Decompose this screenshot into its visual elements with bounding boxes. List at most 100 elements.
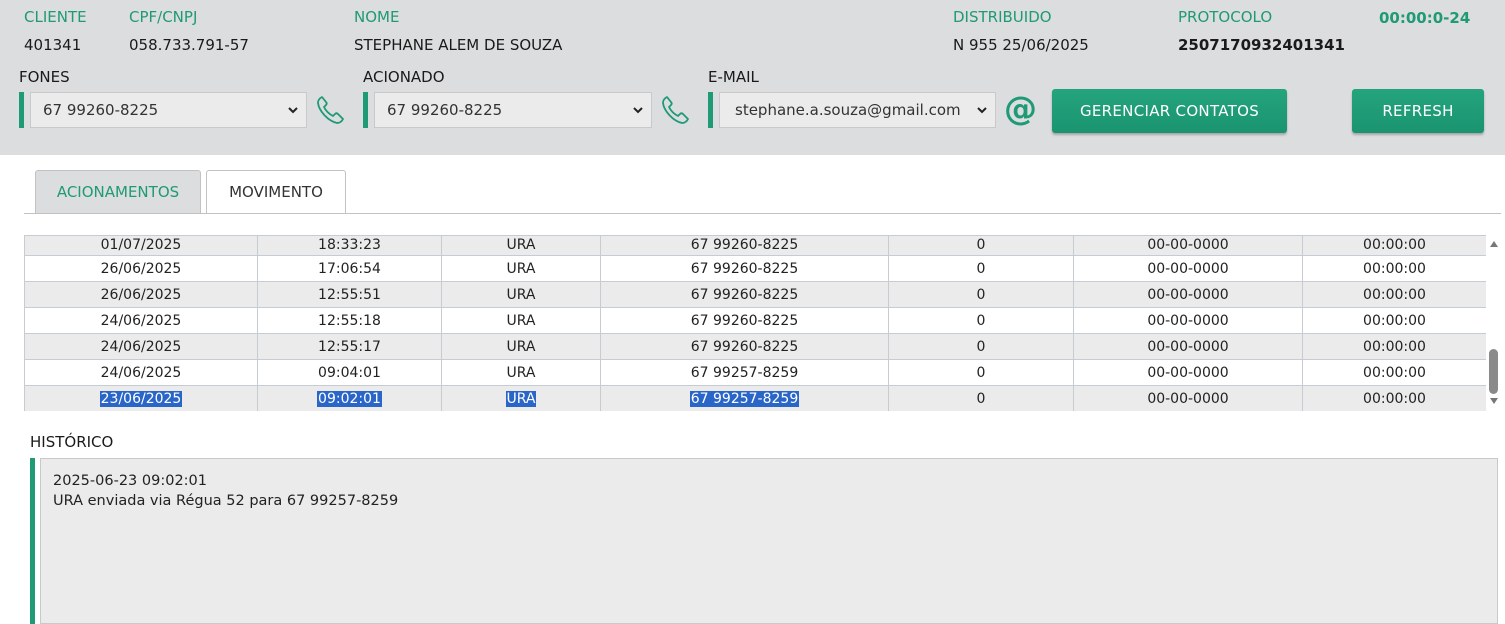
table-row[interactable]: 26/06/2025 12:55:51 URA 67 99260-8225 0 00-00… — [24, 281, 1486, 308]
table-row[interactable]: 24/06/2025 12:55:17 URA 67 99260-8225 0 00-00… — [24, 333, 1486, 360]
table-cell: 00:00:00 — [1302, 385, 1486, 411]
table-cell: 24/06/2025 — [24, 359, 258, 386]
table-cell: 00:00:00 — [1302, 281, 1486, 308]
table-row[interactable]: 23/06/2025 09:02:01 URA 67 99257-8259 0 00-00… — [24, 385, 1486, 411]
table-cell: 00-00-0000 — [1073, 307, 1303, 334]
table-cell: URA — [441, 359, 601, 386]
table-cell: 67 99260-8225 — [600, 235, 889, 256]
acionado-accent-bar — [363, 92, 368, 128]
table-cell: 0 — [888, 235, 1074, 256]
cell-text: URA — [506, 338, 536, 355]
table-row[interactable]: 24/06/2025 09:04:01 URA 67 99257-8259 0 00-00… — [24, 359, 1486, 386]
table-cell: 0 — [888, 307, 1074, 334]
cell-text: 00:00:00 — [1363, 237, 1426, 253]
cell-text: 0 — [976, 312, 986, 329]
table-cell: 24/06/2025 — [24, 333, 258, 360]
fones-select-value: 67 99260-8225 — [43, 101, 159, 119]
table-cell: 67 99260-8225 — [600, 255, 889, 282]
cell-text: 26/06/2025 — [100, 260, 182, 277]
cell-text: 67 99260-8225 — [690, 312, 799, 329]
table-cell: URA — [441, 235, 601, 256]
cell-text: 67 99257-8259 — [690, 364, 799, 381]
table-cell: 00:00:00 — [1302, 307, 1486, 334]
cell-text: 26/06/2025 — [100, 286, 182, 303]
chevron-down-icon — [288, 107, 298, 114]
cell-text: 00-00-0000 — [1147, 364, 1229, 381]
scroll-thumb[interactable] — [1489, 349, 1498, 394]
table-cell: 00-00-0000 — [1073, 333, 1303, 360]
table-cell: 24/06/2025 — [24, 307, 258, 334]
table-cell: 09:02:01 — [257, 385, 442, 411]
table-row[interactable]: 01/07/2025 18:33:23 URA 67 99260-8225 0 00-00… — [24, 235, 1486, 256]
cell-text: 00:00:00 — [1363, 312, 1426, 329]
cell-text: 67 99260-8225 — [690, 338, 799, 355]
email-select[interactable]: stephane.a.souza@gmail.com — [719, 92, 996, 128]
distribuido-label: DISTRIBUIDO — [953, 8, 1052, 26]
acionamentos-grid[interactable]: 01/07/2025 18:33:23 URA 67 99260-8225 0 00-00… — [24, 235, 1486, 411]
table-cell: 00:00:00 — [1302, 255, 1486, 282]
historico-textarea[interactable]: 2025-06-23 09:02:01 URA enviada via Régu… — [40, 458, 1498, 624]
table-cell: 00-00-0000 — [1073, 255, 1303, 282]
cell-text: URA — [506, 312, 536, 329]
distribuido-value: N 955 25/06/2025 — [953, 36, 1089, 54]
cell-text: 0 — [976, 260, 986, 277]
table-cell: URA — [441, 307, 601, 334]
cell-text: 24/06/2025 — [100, 364, 182, 381]
fones-label: FONES — [19, 68, 70, 86]
cell-text: 00:00:00 — [1363, 338, 1426, 355]
cell-text: 00-00-0000 — [1147, 237, 1229, 253]
refresh-button[interactable]: REFRESH — [1352, 89, 1484, 133]
cell-text: 09:04:01 — [318, 364, 381, 381]
tab-acionamentos[interactable]: ACIONAMENTOS — [35, 170, 201, 214]
acionado-label: ACIONADO — [363, 68, 445, 86]
table-row[interactable]: 24/06/2025 12:55:18 URA 67 99260-8225 0 00-00… — [24, 307, 1486, 334]
table-cell: 0 — [888, 255, 1074, 282]
table-cell: 00:00:00 — [1302, 333, 1486, 360]
cell-text: URA — [506, 237, 536, 253]
at-icon[interactable]: @ — [1004, 90, 1037, 128]
table-cell: 12:55:51 — [257, 281, 442, 308]
cell-text: 67 99260-8225 — [690, 260, 799, 277]
table-cell: 0 — [888, 281, 1074, 308]
table-cell: 00-00-0000 — [1073, 385, 1303, 411]
table-cell: 12:55:18 — [257, 307, 442, 334]
table-cell: 09:04:01 — [257, 359, 442, 386]
cell-text: URA — [506, 260, 536, 277]
scroll-down-arrow-icon[interactable] — [1490, 398, 1498, 404]
cell-text: 23/06/2025 — [99, 390, 183, 407]
cell-text: 0 — [976, 338, 986, 355]
cell-text: 67 99257-8259 — [689, 390, 800, 407]
cell-text: 00-00-0000 — [1147, 390, 1229, 407]
cpf-label: CPF/CNPJ — [129, 8, 198, 26]
phone-icon[interactable] — [660, 94, 692, 126]
cell-text: 0 — [976, 286, 986, 303]
fones-select[interactable]: 67 99260-8225 — [30, 92, 307, 128]
scroll-up-arrow-icon[interactable] — [1490, 241, 1498, 247]
cell-text: 17:06:54 — [318, 260, 381, 277]
manage-contacts-button[interactable]: GERENCIAR CONTATOS — [1052, 89, 1287, 133]
acionado-select[interactable]: 67 99260-8225 — [374, 92, 652, 128]
tab-divider — [24, 213, 1501, 214]
email-select-value: stephane.a.souza@gmail.com — [735, 101, 961, 119]
grid-scrollbar[interactable] — [1488, 235, 1501, 411]
chevron-down-icon — [977, 107, 987, 114]
table-cell: 23/06/2025 — [24, 385, 258, 411]
table-row[interactable]: 26/06/2025 17:06:54 URA 67 99260-8225 0 00-00… — [24, 255, 1486, 282]
historico-line: 2025-06-23 09:02:01 — [53, 473, 207, 489]
table-cell: 12:55:17 — [257, 333, 442, 360]
phone-icon[interactable] — [315, 94, 347, 126]
table-cell: 0 — [888, 359, 1074, 386]
cell-text: 0 — [976, 237, 986, 253]
cell-text: 12:55:18 — [318, 312, 381, 329]
cell-text: 00:00:00 — [1363, 390, 1426, 407]
cell-text: 00:00:00 — [1363, 286, 1426, 303]
tab-movimento[interactable]: MOVIMENTO — [206, 170, 346, 214]
cell-text: 12:55:17 — [318, 338, 381, 355]
table-cell: 00-00-0000 — [1073, 359, 1303, 386]
table-cell: 00-00-0000 — [1073, 281, 1303, 308]
table-cell: 00:00:00 — [1302, 235, 1486, 256]
call-timer: 00:00:0-24 — [1379, 9, 1471, 27]
cell-text: URA — [506, 286, 536, 303]
table-cell: 18:33:23 — [257, 235, 442, 256]
historico-line: URA enviada via Régua 52 para 67 99257-8… — [53, 493, 399, 509]
